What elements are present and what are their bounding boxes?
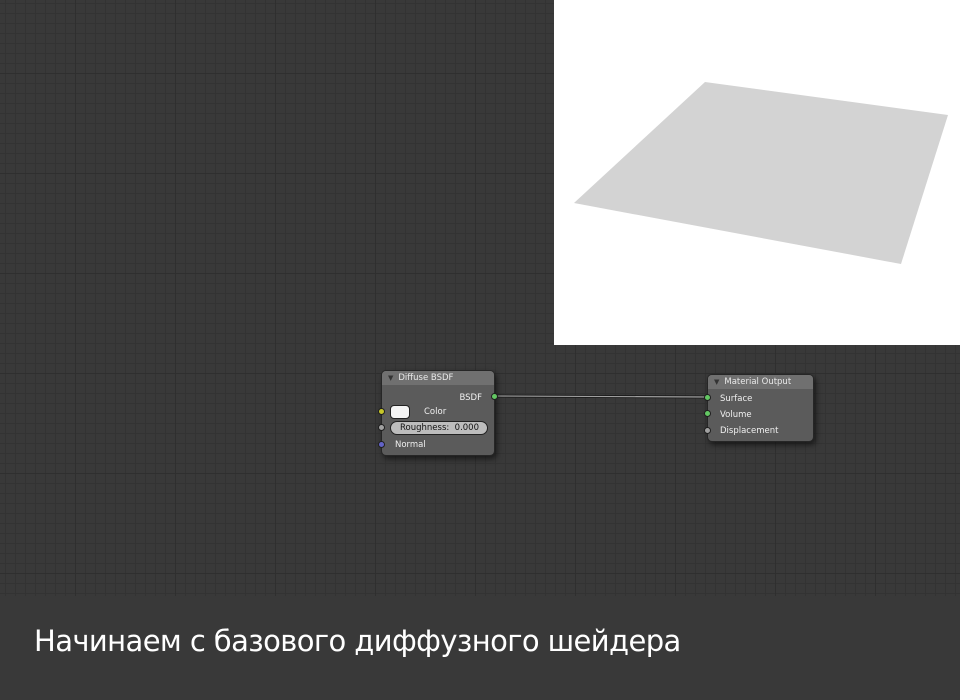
displacement-input-socket[interactable] (704, 427, 711, 434)
bsdf-output-socket[interactable] (491, 393, 498, 400)
volume-label: Volume (720, 410, 752, 420)
normal-row: Normal (395, 438, 494, 452)
surface-label: Surface (720, 394, 753, 404)
material-output-node-header[interactable]: ▼ Material Output (708, 375, 813, 389)
color-label: Color (424, 407, 447, 417)
diffuse-bsdf-title: Diffuse BSDF (398, 373, 454, 383)
slide-caption: Начинаем с базового диффузного шейдера (34, 624, 681, 658)
render-preview-image (574, 82, 948, 264)
diffuse-bsdf-node[interactable]: ▼ Diffuse BSDF BSDF Color Roughness: 0.00… (378, 370, 498, 456)
bsdf-output-label: BSDF (459, 393, 482, 403)
surface-input-socket[interactable] (704, 394, 711, 401)
collapse-arrow-icon[interactable]: ▼ (388, 371, 393, 385)
displacement-row: Displacement (720, 424, 813, 438)
color-input-socket[interactable] (378, 408, 385, 415)
preview-plane (574, 82, 948, 264)
material-output-title: Material Output (724, 377, 792, 387)
normal-label: Normal (395, 440, 426, 450)
normal-input-socket[interactable] (378, 441, 385, 448)
roughness-input-socket[interactable] (378, 424, 385, 431)
displacement-label: Displacement (720, 426, 779, 436)
collapse-arrow-icon[interactable]: ▼ (714, 375, 719, 389)
roughness-value: 0.000 (454, 423, 479, 433)
roughness-field[interactable]: Roughness: 0.000 (390, 421, 488, 435)
diffuse-bsdf-node-header[interactable]: ▼ Diffuse BSDF (382, 371, 494, 385)
render-preview (554, 0, 960, 345)
volume-input-socket[interactable] (704, 410, 711, 417)
color-row: Color (424, 405, 494, 419)
material-output-node[interactable]: ▼ Material Output Surface Volume Displace… (704, 374, 814, 442)
roughness-label: Roughness: (400, 423, 450, 433)
color-swatch[interactable] (390, 405, 410, 419)
volume-row: Volume (720, 408, 813, 422)
surface-row: Surface (720, 392, 813, 406)
bsdf-output-row: BSDF (382, 391, 494, 405)
